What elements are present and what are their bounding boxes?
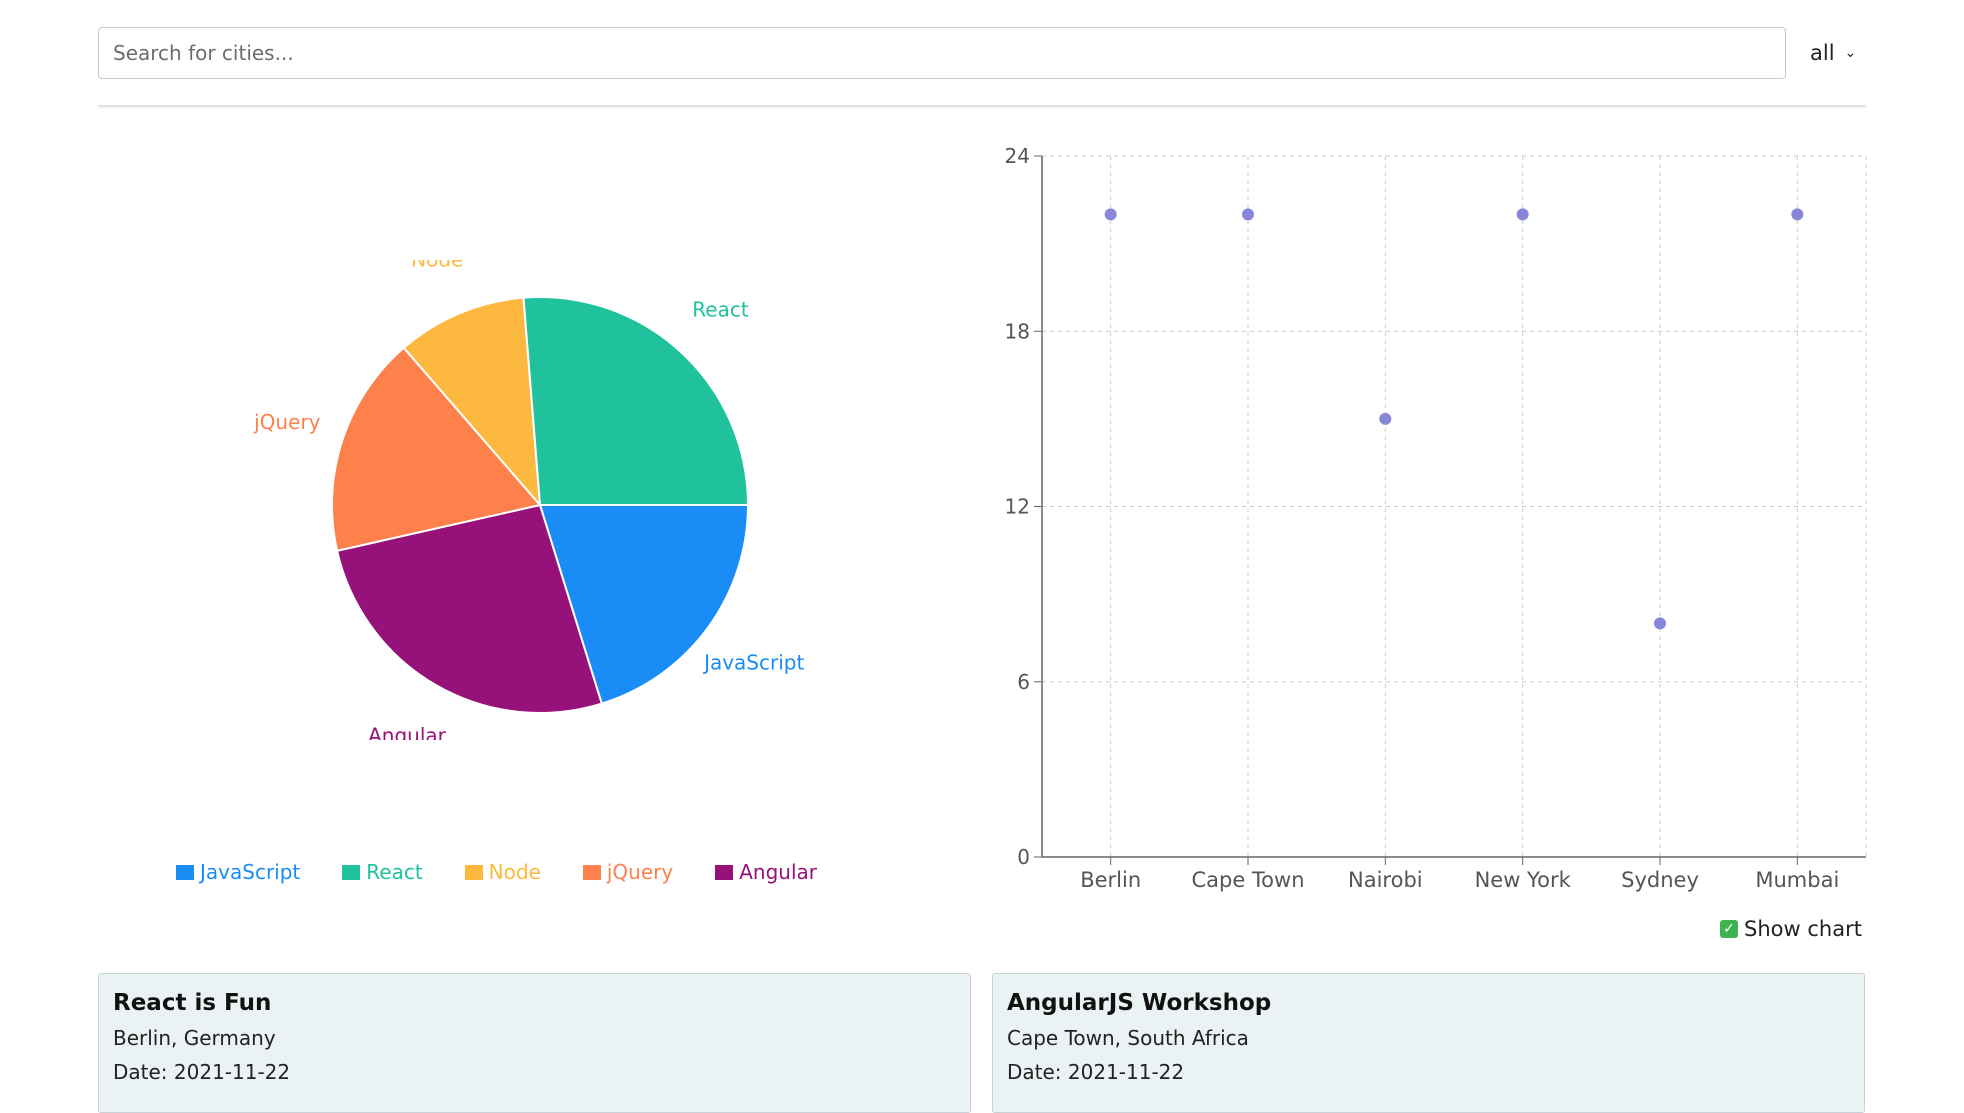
card-title: React is Fun <box>113 990 272 1016</box>
card-date: Date: 2021-11-22 <box>1007 1060 1185 1084</box>
filter-select[interactable]: all ⌄ <box>1810 27 1870 79</box>
legend-item-angular[interactable]: Angular <box>715 860 817 884</box>
search-row: all ⌄ <box>98 27 1866 79</box>
legend-label: React <box>366 860 423 884</box>
y-tick-label: 18 <box>1005 319 1030 343</box>
pie-label-node: Node <box>411 260 463 272</box>
filter-selected-value: all <box>1810 41 1835 65</box>
scatter-chart: 0 6 12 18 24 Berlin Cape Town Nairobi New York Sy… <box>1005 144 1867 892</box>
x-tick-label: Sydney <box>1621 868 1699 892</box>
x-tick-label: Cape Town <box>1191 868 1304 892</box>
scatter-point[interactable] <box>1654 617 1666 630</box>
legend-item-react[interactable]: React <box>342 860 423 884</box>
pie-label-jquery: jQuery <box>253 410 321 434</box>
legend-swatch <box>715 864 734 880</box>
y-tick-label: 24 <box>1005 144 1030 168</box>
card-title: AngularJS Workshop <box>1007 990 1272 1016</box>
scatter-point[interactable] <box>1516 208 1529 221</box>
legend-swatch <box>342 864 361 880</box>
pie-chart: JavaScript Angular jQuery Node React <box>253 260 804 740</box>
pie-slice-react[interactable] <box>522 296 750 506</box>
x-tick-label: Mumbai <box>1755 868 1839 892</box>
pie-label-javascript: JavaScript <box>702 651 804 675</box>
legend-label: JavaScript <box>200 860 301 884</box>
legend-swatch <box>582 864 601 880</box>
legend-item-jquery[interactable]: jQuery <box>582 860 674 884</box>
y-tick-label: 6 <box>1017 670 1030 694</box>
scatter-point[interactable] <box>1242 208 1254 221</box>
x-tick-label: Nairobi <box>1348 868 1423 892</box>
event-card[interactable]: React is Fun Berlin, Germany Date: 2021-… <box>98 973 971 1113</box>
divider <box>98 105 1866 107</box>
card-location: Cape Town, South Africa <box>1007 1026 1249 1050</box>
search-input[interactable] <box>98 27 1786 79</box>
card-date: Date: 2021-11-22 <box>113 1060 291 1084</box>
legend-swatch <box>464 864 483 880</box>
scatter-point[interactable] <box>1104 208 1117 221</box>
scatter-point[interactable] <box>1379 412 1392 425</box>
legend-item-javascript[interactable]: JavaScript <box>176 860 300 884</box>
legend-label: Angular <box>739 860 817 884</box>
legend-label: Node <box>488 860 541 884</box>
pie-label-angular: Angular <box>368 723 447 740</box>
y-tick-label: 0 <box>1017 845 1030 869</box>
scatter-point[interactable] <box>1791 208 1804 221</box>
legend-swatch <box>176 864 194 880</box>
pie-legend: JavaScript React Node jQuery Angular <box>176 858 916 886</box>
event-card[interactable]: AngularJS Workshop Cape Town, South Afri… <box>992 973 1865 1113</box>
card-location: Berlin, Germany <box>113 1026 276 1050</box>
x-tick-label: Berlin <box>1080 868 1141 892</box>
show-chart-toggle[interactable]: ✓ Show chart <box>1720 914 1862 944</box>
y-tick-label: 12 <box>1005 495 1030 519</box>
show-chart-label: Show chart <box>1744 917 1862 941</box>
checkbox-checked-icon[interactable]: ✓ <box>1720 920 1738 938</box>
legend-item-node[interactable]: Node <box>464 860 541 884</box>
chevron-down-icon: ⌄ <box>1844 45 1857 61</box>
legend-label: jQuery <box>606 860 674 884</box>
pie-label-react: React <box>692 298 749 322</box>
x-tick-label: New York <box>1475 868 1572 892</box>
